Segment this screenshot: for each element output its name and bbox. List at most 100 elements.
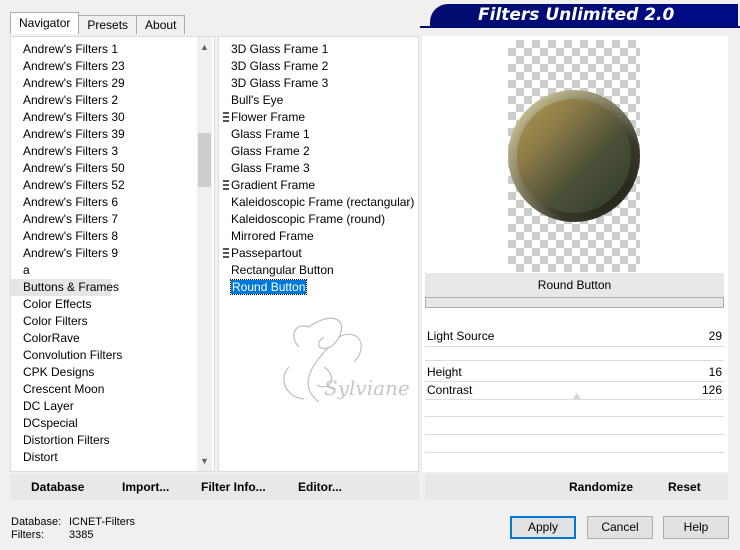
database-button[interactable]: Database bbox=[31, 480, 84, 494]
category-list-item[interactable]: CPK Designs bbox=[11, 364, 197, 381]
category-list-item[interactable]: Andrew's Filters 9 bbox=[11, 245, 197, 262]
category-list-item[interactable]: Color Filters bbox=[11, 313, 197, 330]
status-database-value: ICNET-Filters bbox=[69, 516, 135, 528]
filter-label: Kaleidoscopic Frame (rectangular) bbox=[231, 195, 415, 209]
current-filter-name: Round Button bbox=[425, 273, 724, 297]
filter-list-item[interactable]: 3D Glass Frame 1 bbox=[219, 41, 419, 58]
category-scrollbar[interactable]: ▲ ▼ bbox=[197, 37, 212, 471]
filter-info-button[interactable]: Filter Info... bbox=[201, 480, 266, 494]
watermark-text: Sylviane bbox=[324, 376, 410, 400]
app-banner-title: Filters Unlimited 2.0 bbox=[430, 4, 738, 26]
category-list-item[interactable]: Andrew's Filters 52 bbox=[11, 177, 197, 194]
param-light-source[interactable]: Light Source 29 bbox=[425, 328, 724, 345]
filter-label: Glass Frame 1 bbox=[231, 127, 310, 141]
apply-button[interactable]: Apply bbox=[510, 516, 576, 539]
tab-presets[interactable]: Presets bbox=[78, 15, 138, 34]
category-list-item[interactable]: Andrew's Filters 8 bbox=[11, 228, 197, 245]
category-list-item[interactable]: ColorRave bbox=[11, 330, 197, 347]
category-list-item[interactable]: Andrew's Filters 2 bbox=[11, 92, 197, 109]
filter-list-item[interactable]: Flower Frame bbox=[219, 109, 419, 126]
drag-grip-icon[interactable] bbox=[223, 248, 229, 259]
param-height[interactable]: Height 16 bbox=[425, 364, 724, 381]
category-list-item[interactable]: Distortion Filters bbox=[11, 432, 197, 449]
tab-about[interactable]: About bbox=[136, 15, 186, 34]
filter-list-item[interactable]: 3D Glass Frame 2 bbox=[219, 58, 419, 75]
import-button[interactable]: Import... bbox=[122, 480, 169, 494]
scroll-thumb[interactable] bbox=[198, 133, 211, 187]
category-list-item[interactable]: Convolution Filters bbox=[11, 347, 197, 364]
drag-grip-icon[interactable] bbox=[223, 112, 229, 123]
filter-list-item[interactable]: Bull's Eye bbox=[219, 92, 419, 109]
category-list-item[interactable]: Andrew's Filters 30 bbox=[11, 109, 197, 126]
category-list[interactable]: Andrew's Filters 1 Andrew's Filters 23 And… bbox=[11, 41, 197, 466]
tab-bar: Navigator Presets About bbox=[10, 12, 186, 34]
category-list-item[interactable]: DC Layer bbox=[11, 398, 197, 415]
help-button[interactable]: Help bbox=[663, 516, 729, 539]
category-list-item[interactable]: Andrew's Filters 7 bbox=[11, 211, 197, 228]
param-slider-empty[interactable] bbox=[425, 416, 724, 417]
filter-list-item[interactable]: Rectangular Button bbox=[219, 262, 419, 279]
param-value: 16 bbox=[708, 365, 722, 379]
param-value: 29 bbox=[708, 329, 722, 343]
filter-list[interactable]: 3D Glass Frame 1 3D Glass Frame 2 3D Glass… bbox=[219, 41, 419, 296]
filter-list-panel: 3D Glass Frame 1 3D Glass Frame 2 3D Glass… bbox=[218, 36, 419, 472]
filter-label: 3D Glass Frame 1 bbox=[231, 42, 329, 56]
param-slider-contrast[interactable] bbox=[425, 399, 724, 400]
status-filters-value: 3385 bbox=[69, 529, 94, 541]
filter-label: Glass Frame 3 bbox=[231, 161, 310, 175]
scroll-down-icon[interactable]: ▼ bbox=[197, 453, 212, 469]
param-label: Light Source bbox=[427, 329, 495, 343]
status-database-label: Database: bbox=[11, 516, 62, 528]
category-list-item[interactable]: Andrew's Filters 6 bbox=[11, 194, 197, 211]
filter-label: 3D Glass Frame 2 bbox=[231, 59, 329, 73]
filter-list-item[interactable]: Glass Frame 1 bbox=[219, 126, 419, 143]
param-slider-empty[interactable] bbox=[425, 434, 724, 435]
filter-list-item[interactable]: Round Button bbox=[219, 279, 419, 296]
tab-navigator[interactable]: Navigator bbox=[10, 12, 80, 34]
category-list-item[interactable]: Andrew's Filters 1 bbox=[11, 41, 197, 58]
editor-button[interactable]: Editor... bbox=[298, 480, 342, 494]
filter-label: Round Button bbox=[229, 279, 308, 295]
scroll-up-icon[interactable]: ▲ bbox=[197, 39, 212, 55]
filter-list-item[interactable]: Glass Frame 2 bbox=[219, 143, 419, 160]
reset-button[interactable]: Reset bbox=[668, 480, 701, 494]
filter-label: Bull's Eye bbox=[231, 93, 284, 107]
drag-grip-icon[interactable] bbox=[223, 180, 229, 191]
filter-list-item[interactable]: Glass Frame 3 bbox=[219, 160, 419, 177]
param-slider-empty[interactable] bbox=[425, 360, 724, 361]
status-database: Database: ICNET-Filters bbox=[11, 516, 135, 529]
category-list-item[interactable]: Crescent Moon bbox=[11, 381, 197, 398]
category-list-item[interactable]: Color Effects bbox=[11, 296, 197, 313]
category-list-item[interactable]: Andrew's Filters 3 bbox=[11, 143, 197, 160]
category-list-item[interactable]: DCspecial bbox=[11, 415, 197, 432]
filter-label: Kaleidoscopic Frame (round) bbox=[231, 212, 386, 226]
category-list-item[interactable]: Distort bbox=[11, 449, 197, 466]
filter-list-item[interactable]: Kaleidoscopic Frame (round) bbox=[219, 211, 419, 228]
filter-label: 3D Glass Frame 3 bbox=[231, 76, 329, 90]
slider-thumb-icon[interactable] bbox=[573, 393, 581, 399]
param-slider-light-source[interactable] bbox=[425, 346, 724, 347]
cancel-button[interactable]: Cancel bbox=[587, 516, 653, 539]
round-button-preview-inner bbox=[517, 99, 631, 213]
filter-list-item[interactable]: 3D Glass Frame 3 bbox=[219, 75, 419, 92]
param-label: Contrast bbox=[427, 383, 473, 397]
category-list-item[interactable]: a bbox=[11, 262, 197, 279]
category-list-item[interactable]: Buttons & Frames bbox=[11, 279, 119, 296]
category-list-item[interactable]: Andrew's Filters 23 bbox=[11, 58, 197, 75]
filter-label: Rectangular Button bbox=[231, 263, 334, 277]
status-filters: Filters: 3385 bbox=[11, 529, 93, 542]
category-list-item[interactable]: Andrew's Filters 39 bbox=[11, 126, 197, 143]
filter-label: Passepartout bbox=[231, 246, 302, 260]
filter-list-item[interactable]: Passepartout bbox=[219, 245, 419, 262]
filter-label: Flower Frame bbox=[231, 110, 306, 124]
category-list-item[interactable]: Andrew's Filters 29 bbox=[11, 75, 197, 92]
filter-list-item[interactable]: Gradient Frame bbox=[219, 177, 419, 194]
param-label: Height bbox=[427, 365, 462, 379]
param-slider-empty[interactable] bbox=[425, 452, 724, 453]
status-filters-label: Filters: bbox=[11, 529, 44, 541]
category-list-item[interactable]: Andrew's Filters 50 bbox=[11, 160, 197, 177]
filter-list-item[interactable]: Mirrored Frame bbox=[219, 228, 419, 245]
banner-divider bbox=[420, 26, 740, 28]
filter-list-item[interactable]: Kaleidoscopic Frame (rectangular) bbox=[219, 194, 419, 211]
randomize-button[interactable]: Randomize bbox=[569, 480, 633, 494]
